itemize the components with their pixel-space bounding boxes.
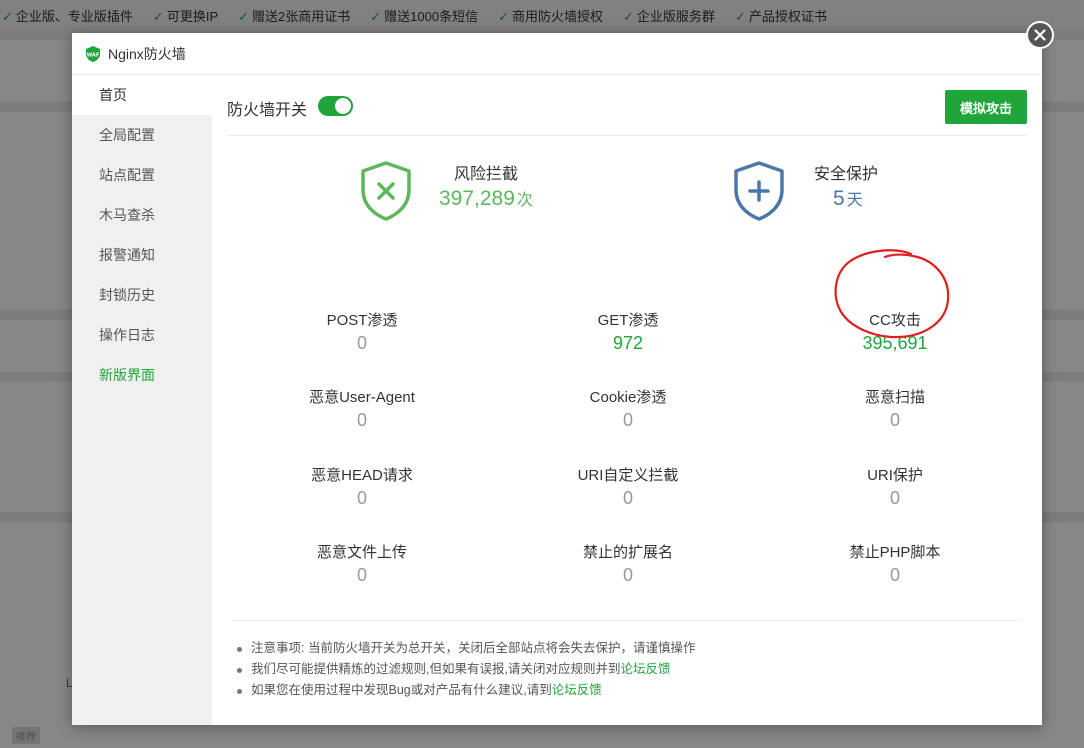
stat-value: 0 <box>356 488 367 508</box>
note-item: 注意事项: 当前防火墙开关为总开关，关闭后全部站点将会失去保护，请谨慎操作 <box>235 638 695 659</box>
stat-value: 0 <box>889 565 900 585</box>
stat-forbid-php-script: 禁止PHP脚本 0 <box>765 541 1025 586</box>
forum-feedback-link[interactable]: 论坛反馈 <box>620 662 670 676</box>
stat-cookie-penetration: Cookie渗透 0 <box>498 386 758 431</box>
risk-value: 397,289 <box>439 187 515 210</box>
forum-feedback-link[interactable]: 论坛反馈 <box>552 683 602 697</box>
stat-malicious-head-request: 恶意HEAD请求 0 <box>232 464 492 509</box>
sidebar-item-new-ui[interactable]: 新版界面 <box>72 355 212 395</box>
stat-post-penetration: POST渗透 0 <box>232 309 492 354</box>
stat-label: URI自定义拦截 <box>577 467 679 484</box>
sidebar: 首页 全局配置 站点配置 木马查杀 报警通知 封锁历史 操作日志 新版界面 <box>72 75 212 725</box>
stat-label: POST渗透 <box>326 312 398 329</box>
notes-list: 注意事项: 当前防火墙开关为总开关，关闭后全部站点将会失去保护，请谨慎操作 我们… <box>235 638 695 701</box>
stat-uri-custom-block: URI自定义拦截 0 <box>498 464 758 509</box>
safe-label: 安全保护 <box>814 166 879 183</box>
waf-logo-icon: WAF <box>86 45 100 62</box>
safe-days: 5 <box>833 187 845 210</box>
stat-label: 恶意User-Agent <box>309 389 415 406</box>
safe-unit: 天 <box>846 192 863 209</box>
simulate-attack-button[interactable]: 模拟攻击 <box>945 90 1027 124</box>
stat-malicious-user-agent: 恶意User-Agent 0 <box>232 386 492 431</box>
stat-value: 0 <box>356 410 367 430</box>
stat-malicious-file-upload: 恶意文件上传 0 <box>232 541 492 586</box>
toolbar: 防火墙开关 模拟攻击 <box>227 75 1027 136</box>
sidebar-item-alert-notify[interactable]: 报警通知 <box>72 235 212 275</box>
shield-plus-icon <box>734 161 784 221</box>
stat-value: 0 <box>889 410 900 430</box>
logo-text: WAF <box>87 52 100 58</box>
stat-label: CC攻击 <box>869 312 921 329</box>
safe-summary: 安全保护 5天 <box>732 160 952 230</box>
note-item: 如果您在使用过程中发现Bug或对产品有什么建议,请到论坛反馈 <box>235 680 695 701</box>
sidebar-item-block-history[interactable]: 封锁历史 <box>72 275 212 315</box>
risk-unit: 次 <box>516 192 533 209</box>
waf-modal: WAF Nginx防火墙 首页 全局配置 站点配置 木马查杀 报警通知 封锁历史… <box>72 21 1054 725</box>
stat-malicious-scan: 恶意扫描 0 <box>765 386 1025 431</box>
stat-cc-attack: CC攻击 395,691 <box>765 309 1025 354</box>
stat-get-penetration: GET渗透 972 <box>498 309 758 354</box>
stat-label: URI保护 <box>867 467 923 484</box>
modal-header: WAF Nginx防火墙 <box>72 33 1042 75</box>
stat-value: 0 <box>889 488 900 508</box>
sidebar-item-home[interactable]: 首页 <box>72 75 212 115</box>
close-button[interactable] <box>1026 21 1054 49</box>
stat-value: 0 <box>622 488 633 508</box>
stat-label: 恶意扫描 <box>864 389 925 406</box>
firewall-switch-label: 防火墙开关 <box>227 102 308 119</box>
stat-value: 972 <box>612 333 644 353</box>
firewall-toggle[interactable] <box>318 96 353 116</box>
modal-title: Nginx防火墙 <box>108 45 186 62</box>
risk-value-wrap: 397,289 次 <box>439 186 533 211</box>
safe-value-wrap: 5天 <box>833 186 863 211</box>
close-icon <box>1034 29 1046 41</box>
divider <box>232 620 1022 621</box>
stat-uri-protection: URI保护 0 <box>765 464 1025 509</box>
stat-value: 0 <box>622 410 633 430</box>
stat-label: Cookie渗透 <box>589 389 667 406</box>
stat-value: 0 <box>622 565 633 585</box>
stat-value: 395,691 <box>862 333 928 353</box>
sidebar-item-global-config[interactable]: 全局配置 <box>72 115 212 155</box>
main-content: 防火墙开关 模拟攻击 风险拦截 397,289次 安全保护 5天 POST渗透 <box>227 75 1027 725</box>
shield-x-icon <box>361 161 411 221</box>
stat-label: 禁止的扩展名 <box>582 544 673 561</box>
stat-label: 恶意HEAD请求 <box>311 467 413 484</box>
sidebar-item-site-config[interactable]: 站点配置 <box>72 155 212 195</box>
stat-label: GET渗透 <box>597 312 659 329</box>
stat-forbidden-extension: 禁止的扩展名 0 <box>498 541 758 586</box>
risk-summary: 风险拦截 397,289 次 <box>359 160 599 230</box>
sidebar-item-trojan-scan[interactable]: 木马查杀 <box>72 195 212 235</box>
note-item: 我们尽可能提供精炼的过滤规则,但如果有误报,请关闭对应规则并到论坛反馈 <box>235 659 695 680</box>
risk-label: 风险拦截 <box>454 166 519 183</box>
toggle-knob <box>335 98 351 114</box>
stat-label: 禁止PHP脚本 <box>849 544 941 561</box>
sidebar-item-operation-log[interactable]: 操作日志 <box>72 315 212 355</box>
stat-value: 0 <box>356 565 367 585</box>
stat-value: 0 <box>356 333 367 353</box>
stat-label: 恶意文件上传 <box>316 544 407 561</box>
